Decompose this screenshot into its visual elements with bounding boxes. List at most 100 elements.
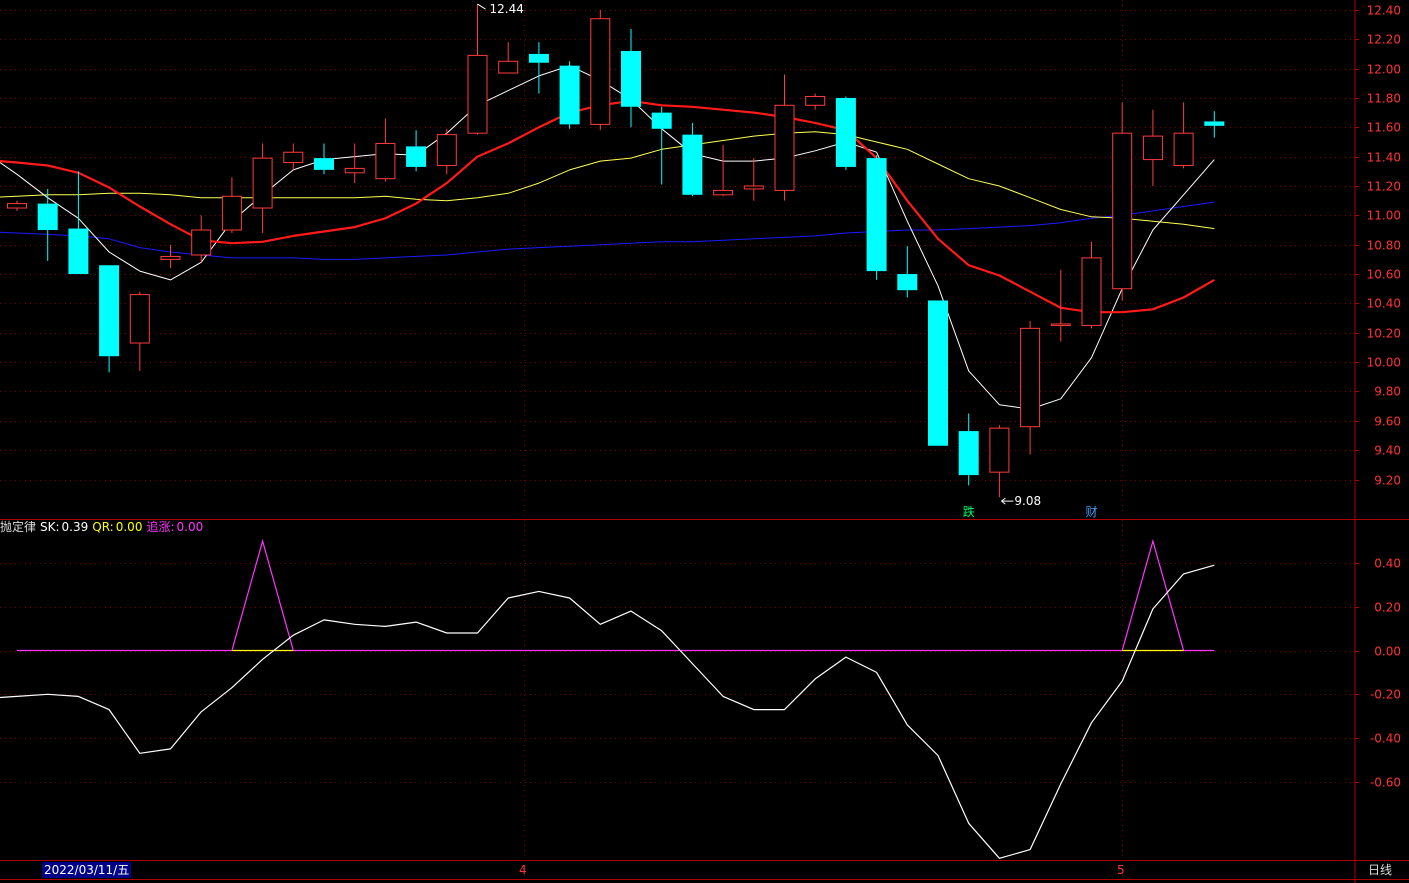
candle-body-up (805, 95, 826, 106)
osc-tick-label: -0.20 (1370, 688, 1401, 702)
candle[interactable] (1050, 269, 1071, 342)
candle-body-up (1173, 132, 1194, 166)
month-marker-4: 4 (519, 863, 527, 877)
sk-value: 0.39 (61, 520, 89, 534)
indicator-name: 抛定律 (0, 520, 37, 534)
price-tick-label: 12.00 (1367, 63, 1401, 77)
price-tick-label: 9.80 (1374, 385, 1401, 399)
candle[interactable] (743, 158, 764, 201)
candle-body-up (283, 151, 304, 164)
candle[interactable] (1204, 111, 1225, 138)
candle-body-down (682, 134, 703, 195)
candle-body-up (713, 189, 734, 196)
price-tick-label: 10.80 (1367, 239, 1401, 253)
price-axis: 12.40 12.20 12.00 11.80 11.60 11.40 11.20 11.00… (1355, 4, 1401, 790)
zz-value: 0.00 (176, 520, 204, 534)
stock-chart[interactable]: 12.40 12.20 12.00 11.80 11.60 11.40 11.20 11.00… (0, 0, 1409, 883)
candle-body-up (129, 294, 150, 344)
candle[interactable] (713, 144, 734, 197)
candle[interactable] (191, 215, 212, 263)
candle[interactable] (1112, 102, 1133, 301)
zz-label: 追涨: (146, 520, 175, 534)
low-pointer (1001, 497, 1014, 505)
candle[interactable] (651, 106, 672, 185)
month-marker-5: 5 (1117, 863, 1125, 877)
indicator-legend: 抛定律 SK: 0.39 QR: 0.00 追涨: 0.00 (0, 519, 207, 535)
candle-body-down (99, 265, 120, 357)
candle[interactable] (498, 42, 519, 74)
candle-body-up (375, 142, 396, 180)
price-tick-label: 9.60 (1374, 415, 1401, 429)
price-tick-label: 10.20 (1367, 327, 1401, 341)
candle[interactable] (528, 42, 549, 94)
price-tick-label: 10.60 (1367, 268, 1401, 282)
candle[interactable] (7, 200, 27, 211)
osc-tick-label: -0.40 (1370, 732, 1401, 746)
period-tab[interactable]: 日线 (1368, 862, 1392, 878)
candle[interactable] (283, 143, 304, 170)
candle[interactable] (621, 28, 641, 128)
candle-body-up (1050, 323, 1071, 326)
candle[interactable] (37, 188, 58, 261)
candle[interactable] (682, 122, 703, 197)
candle[interactable] (1081, 241, 1102, 329)
osc-tick-label: 0.00 (1374, 645, 1401, 659)
candle[interactable] (99, 265, 120, 373)
candle[interactable] (989, 425, 1010, 498)
candle[interactable] (928, 300, 948, 446)
candle[interactable] (866, 155, 887, 280)
candle-body-up (191, 229, 212, 256)
high-pointer (477, 3, 486, 10)
candle-body-down (928, 300, 948, 446)
price-tick-label: 9.20 (1374, 474, 1401, 488)
price-tick-label: 11.00 (1367, 209, 1401, 223)
zhuizhang-line (17, 538, 1215, 652)
candle[interactable] (559, 61, 580, 129)
candle-body-down (621, 50, 641, 107)
price-tick-label: 10.40 (1367, 297, 1401, 311)
candle[interactable] (436, 128, 457, 175)
candle-body-up (221, 195, 242, 231)
signal-marker: 跌 (963, 504, 975, 519)
candle[interactable] (805, 93, 826, 110)
candle-body-up (436, 134, 457, 166)
candle-body-up (989, 427, 1010, 473)
low-price-label: 9.08 (1014, 494, 1041, 508)
candle[interactable] (375, 118, 396, 182)
candlesticks[interactable] (7, 4, 1225, 498)
candle-body-up (1081, 257, 1102, 326)
candle[interactable] (897, 246, 918, 298)
candle-body-down (835, 97, 856, 167)
candle-body-down (1204, 121, 1225, 126)
candle[interactable] (835, 96, 856, 170)
sk-label: SK: (40, 520, 60, 534)
candle[interactable] (590, 9, 611, 131)
candle-body-up (1112, 132, 1133, 290)
price-tick-label: 11.40 (1367, 151, 1401, 165)
candle[interactable] (314, 143, 334, 175)
candle[interactable] (774, 74, 795, 201)
candle[interactable] (221, 177, 242, 233)
candle[interactable] (1020, 321, 1041, 455)
signal-marker: 财 (1085, 505, 1097, 519)
candle[interactable] (1142, 109, 1163, 186)
candle[interactable] (958, 413, 979, 486)
candle-body-down (314, 158, 334, 170)
candle-body-up (1142, 135, 1163, 161)
candle[interactable] (344, 143, 365, 184)
candle[interactable] (467, 4, 488, 135)
candle-body-up (590, 18, 611, 125)
candle[interactable] (160, 244, 181, 269)
candle[interactable] (252, 143, 273, 233)
candle-body-down (559, 65, 580, 125)
candle[interactable] (129, 291, 150, 371)
candle[interactable] (1173, 102, 1194, 169)
candle[interactable] (406, 130, 427, 172)
ma20-line (0, 131, 1215, 230)
price-tick-label: 12.20 (1367, 33, 1401, 47)
oscillator-lines (0, 538, 1215, 859)
candle-body-up (7, 203, 27, 209)
sk-line (0, 564, 1215, 859)
candle-body-up (498, 60, 519, 74)
candle-body-down (528, 53, 549, 63)
